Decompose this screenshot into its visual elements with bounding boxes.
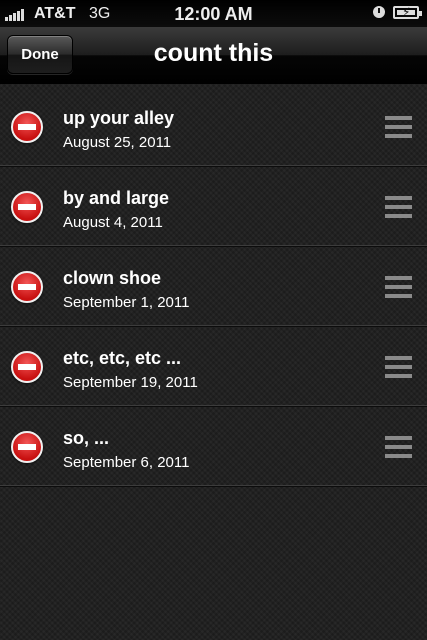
navigation-bar: Done count this xyxy=(0,27,427,84)
item-date: August 4, 2011 xyxy=(63,214,163,231)
reorder-handle-icon[interactable] xyxy=(385,356,412,378)
delete-icon[interactable] xyxy=(11,271,43,303)
item-title: so, ... xyxy=(63,428,110,448)
list-item[interactable]: by and large August 4, 2011 xyxy=(0,165,427,246)
status-bar: AT&T 3G 12:00 AM ⚡ xyxy=(0,0,427,27)
item-title: by and large xyxy=(63,188,170,208)
reorder-handle-icon[interactable] xyxy=(385,116,412,138)
item-date: September 1, 2011 xyxy=(63,294,190,311)
item-title: up your alley xyxy=(63,108,175,128)
delete-icon[interactable] xyxy=(11,351,43,383)
reorder-handle-icon[interactable] xyxy=(385,196,412,218)
reorder-handle-icon[interactable] xyxy=(385,436,412,458)
list-item[interactable]: so, ... September 6, 2011 xyxy=(0,405,427,486)
item-date: September 19, 2011 xyxy=(63,374,198,391)
item-title: clown shoe xyxy=(63,268,162,288)
list-item[interactable]: clown shoe September 1, 2011 xyxy=(0,245,427,326)
delete-icon[interactable] xyxy=(11,111,43,143)
status-time: 12:00 AM xyxy=(174,4,253,24)
battery-charging-icon: ⚡ xyxy=(393,5,422,19)
item-date: August 25, 2011 xyxy=(63,134,172,151)
alarm-clock-icon xyxy=(373,6,385,18)
reorder-handle-icon[interactable] xyxy=(385,276,412,298)
list-item[interactable]: etc, etc, etc ... September 19, 2011 xyxy=(0,325,427,406)
page-title: count this xyxy=(153,39,274,67)
delete-icon[interactable] xyxy=(11,191,43,223)
delete-icon[interactable] xyxy=(11,431,43,463)
list-item[interactable]: up your alley August 25, 2011 xyxy=(0,85,427,166)
item-date: September 6, 2011 xyxy=(63,454,190,471)
item-title: etc, etc, etc ... xyxy=(63,348,182,368)
